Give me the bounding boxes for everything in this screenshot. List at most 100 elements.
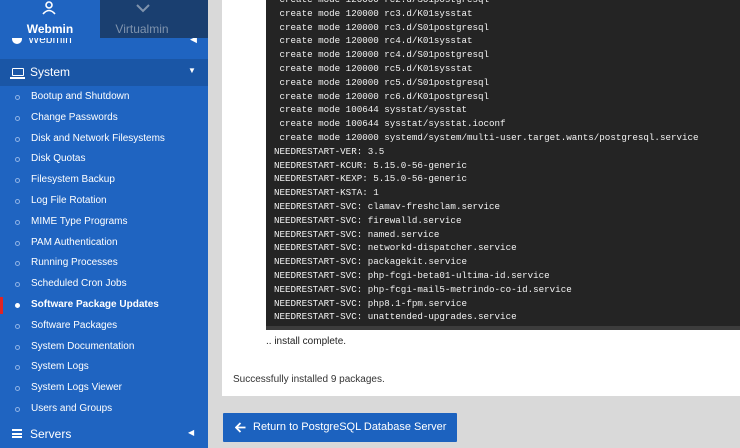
terminal-line: NEEDRESTART-VER: 3.5: [274, 145, 385, 157]
bullet-icon: [15, 323, 20, 329]
terminal-line: NEEDRESTART-SVC: packagekit.service: [274, 256, 467, 268]
terminal-bottom-edge: [266, 326, 740, 330]
sidebar-item-label: Users and Groups: [31, 402, 113, 414]
sidebar-item-label: Log File Rotation: [31, 194, 107, 206]
bullet-icon: [15, 365, 20, 371]
sidebar-item-label: Bootup and Shutdown: [31, 91, 130, 102]
sidebar-item-change-passwords[interactable]: Change Passwords: [0, 108, 208, 129]
terminal-line: NEEDRESTART-KCUR: 5.15.0-56-generic: [274, 159, 467, 171]
chevron-down-icon: ▼: [188, 66, 196, 75]
arrow-left-icon: [235, 422, 246, 433]
sidebar-section-label: System: [30, 65, 71, 79]
sidebar-menu: Bootup and Shutdown Change Passwords Dis…: [0, 87, 208, 420]
bullet-icon: [15, 115, 20, 121]
terminal-line: create mode 120000 rc5.d/K01sysstat: [274, 63, 473, 74]
success-message: Successfully installed 9 packages.: [233, 374, 385, 385]
virtualmin-switch-button[interactable]: Virtualmin: [100, 0, 184, 38]
bullet-icon: [15, 240, 20, 246]
terminal-line: NEEDRESTART-SVC: unattended-upgrades.ser…: [274, 311, 517, 323]
sidebar-item-system-logs[interactable]: System Logs: [0, 357, 208, 378]
bullet-icon: [15, 302, 20, 308]
terminal-line: NEEDRESTART-SVC: php8.1-fpm.service: [274, 297, 467, 309]
sidebar-item-software-packages[interactable]: Software Packages: [0, 316, 208, 337]
sidebar-item-system-logs-viewer[interactable]: System Logs Viewer: [0, 378, 208, 399]
gear-icon: [12, 38, 22, 44]
sidebar-item-label: System Logs: [31, 361, 89, 373]
sidebar-item-label: PAM Authentication: [31, 236, 118, 248]
bullet-icon: [15, 344, 20, 350]
terminal-line: create mode 120000 rc4.d/S01postgresql: [274, 49, 490, 61]
sidebar-item-users-and-groups[interactable]: Users and Groups: [0, 399, 208, 420]
sidebar-item-disk-and-network-filesystems[interactable]: Disk and Network Filesystems: [0, 129, 208, 150]
servers-icon: [12, 429, 22, 438]
bullet-icon: [15, 95, 20, 100]
terminal-line: NEEDRESTART-SVC: firewalld.service: [274, 214, 462, 226]
sidebar-item-mime-type-programs[interactable]: MIME Type Programs: [0, 212, 208, 233]
content-panel: create mode 120000 rc2.d/S01postgresql c…: [222, 0, 740, 396]
terminal-line: create mode 100644 sysstat/sysstat.iocon…: [274, 118, 506, 130]
sidebar-item-label: MIME Type Programs: [31, 215, 128, 227]
sidebar-item-label: Filesystem Backup: [31, 174, 115, 186]
virtualmin-switch-label: Virtualmin: [115, 22, 169, 36]
bullet-icon: [15, 178, 20, 184]
sidebar-item-log-file-rotation[interactable]: Log File Rotation: [0, 191, 208, 212]
product-switcher: Webmin Virtualmin: [0, 0, 208, 38]
bullet-icon: [15, 386, 20, 392]
switcher-extra-tab[interactable]: [184, 0, 208, 38]
terminal-line: NEEDRESTART-SVC: php-fcgi-mail5-metrindo…: [274, 283, 572, 295]
terminal-line: NEEDRESTART-SVC: clamav-freshclam.servic…: [274, 201, 501, 212]
terminal-line: create mode 120000 rc5.d/S01postgresql: [274, 76, 490, 88]
sidebar-item-label: Change Passwords: [31, 111, 118, 123]
sidebar-item-bootup-and-shutdown[interactable]: Bootup and Shutdown: [0, 87, 208, 108]
terminal-line: create mode 120000 rc3.d/K01sysstat: [274, 7, 473, 19]
webmin-logo-icon: [42, 1, 56, 15]
sidebar-item-software-package-updates[interactable]: Software Package Updates: [0, 295, 208, 316]
sidebar-item-label: Disk and Network Filesystems: [31, 132, 165, 144]
sidebar-item-disk-quotas[interactable]: Disk Quotas: [0, 149, 208, 170]
sidebar-section-label: Webmin: [28, 38, 72, 46]
bullet-icon: [15, 219, 20, 225]
sidebar-item-filesystem-backup[interactable]: Filesystem Backup: [0, 170, 208, 191]
terminal-line: create mode 120000 rc3.d/S01postgresql: [274, 21, 490, 33]
terminal-line: create mode 120000 rc6.d/K01postgresql: [274, 90, 490, 102]
sidebar-item-label: Scheduled Cron Jobs: [31, 278, 127, 290]
sidebar-section-system[interactable]: System ▼: [0, 59, 208, 86]
bullet-icon: [15, 157, 20, 163]
chevron-left-icon: ◀: [190, 38, 197, 44]
terminal-line: NEEDRESTART-KEXP: 5.15.0-56-generic: [274, 173, 467, 185]
bullet-icon: [15, 136, 20, 142]
webmin-switch-label: Webmin: [26, 22, 74, 36]
sidebar-item-running-processes[interactable]: Running Processes: [0, 253, 208, 274]
chevron-left-icon: ◀: [188, 428, 195, 437]
sidebar-section-label: Servers: [30, 427, 72, 441]
install-complete-text: .. install complete.: [266, 336, 347, 347]
sidebar-item-label: Software Packages: [31, 319, 118, 331]
laptop-icon: [10, 68, 25, 79]
return-button-label: Return to PostgreSQL Database Server: [253, 421, 447, 433]
sidebar-section-webmin[interactable]: Webmin ◀: [0, 38, 208, 48]
bullet-icon: [15, 282, 20, 288]
sidebar: Webmin Virtualmin Webmin ◀ System ▼ Boot…: [0, 0, 208, 448]
chevron-down-icon: [136, 4, 150, 13]
sidebar-item-label: Running Processes: [31, 257, 118, 269]
terminal-line: create mode 120000 systemd/system/multi-…: [274, 132, 699, 143]
sidebar-item-label: Software Package Updates: [31, 298, 159, 310]
terminal-line: create mode 100644 sysstat/sysstat: [274, 104, 467, 116]
terminal-line: create mode 120000 rc4.d/K01sysstat: [274, 35, 473, 47]
sidebar-section-servers[interactable]: Servers ◀: [0, 421, 208, 448]
bullet-icon: [15, 198, 20, 204]
sidebar-item-label: Disk Quotas: [31, 153, 86, 165]
webmin-switch-button[interactable]: Webmin: [0, 0, 100, 38]
sidebar-item-pam-authentication[interactable]: PAM Authentication: [0, 233, 208, 254]
install-output-terminal: create mode 120000 rc2.d/S01postgresql c…: [266, 0, 740, 330]
sidebar-item-label: System Logs Viewer: [31, 382, 122, 394]
terminal-line: NEEDRESTART-SVC: php-fcgi-beta01-ultima-…: [274, 270, 550, 281]
bullet-icon: [15, 406, 20, 412]
terminal-line: NEEDRESTART-SVC: named.service: [274, 228, 440, 240]
sidebar-item-system-documentation[interactable]: System Documentation: [0, 337, 208, 358]
return-button[interactable]: Return to PostgreSQL Database Server: [223, 413, 457, 442]
bullet-icon: [15, 261, 20, 267]
sidebar-item-label: System Documentation: [31, 340, 135, 352]
main-content: create mode 120000 rc2.d/S01postgresql c…: [208, 0, 740, 448]
sidebar-item-scheduled-cron-jobs[interactable]: Scheduled Cron Jobs: [0, 274, 208, 295]
